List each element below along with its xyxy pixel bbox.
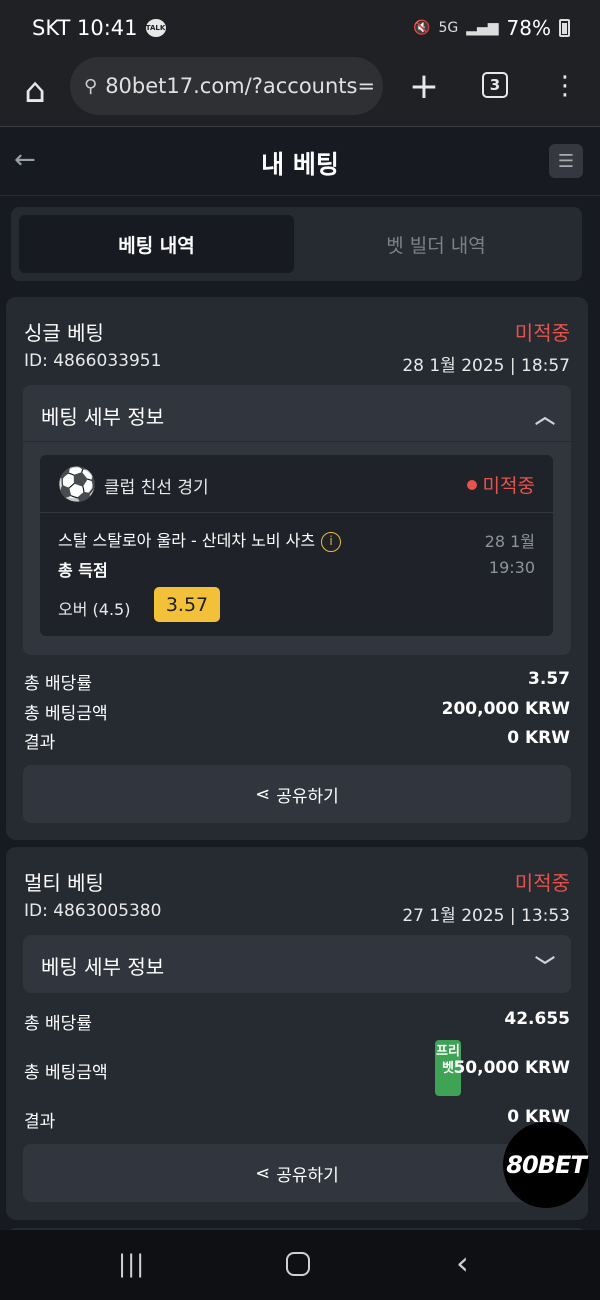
- bet-datetime: 27 1월 2025 | 13:53: [402, 906, 570, 926]
- filter-settings-icon[interactable]: ☰: [549, 144, 583, 178]
- total-stake-label: 총 베팅금액: [24, 704, 108, 724]
- status-bar: SKT 10:41 TALK 🔇 5G ▂▄▆ 78%: [0, 0, 600, 56]
- total-odds-label: 총 배당률: [24, 1014, 92, 1034]
- bet-datetime: 28 1월 2025 | 18:57: [402, 356, 570, 376]
- tab-bet-history[interactable]: 베팅 내역: [19, 215, 294, 273]
- bet-id: ID: 4866033951: [24, 351, 162, 371]
- talk-notification-icon: TALK: [145, 19, 166, 37]
- chevron-down-icon: ﹀: [535, 954, 555, 978]
- info-icon[interactable]: i: [321, 532, 342, 552]
- bet-status: 미적중: [514, 321, 570, 345]
- site-settings-icon[interactable]: ⚲: [84, 76, 97, 97]
- battery-percent: 78%: [506, 16, 551, 40]
- tab-bet-builder-history[interactable]: 벳 빌더 내역: [298, 215, 574, 273]
- battery-icon: [559, 19, 570, 37]
- browser-menu-icon[interactable]: ⋮: [552, 56, 578, 116]
- system-navigation-bar: ||| ‹: [0, 1230, 600, 1300]
- total-stake-value: 200,000 KRW: [441, 699, 570, 719]
- back-icon[interactable]: ‹: [456, 1244, 469, 1282]
- bet-type: 멀티 베팅: [24, 871, 104, 895]
- bet-card-multi: 멀티 베팅 미적중 ID: 4863005380 27 1월 2025 | 13…: [6, 847, 588, 1220]
- tab-switcher-button[interactable]: 3: [482, 72, 508, 98]
- selection-card: ⚽ 클럽 친선 경기 미적중 스탈 스탈로아 울라 - 산데차 노비 사츠 i 2…: [40, 455, 553, 636]
- selection-odds-badge: 3.57: [154, 587, 220, 622]
- status-dot: [466, 480, 477, 490]
- share-icon: ⋖: [255, 1162, 271, 1184]
- market-name: 총 득점: [58, 561, 108, 580]
- bet-details-panel: 베팅 세부 정보 ︿ ⚽ 클럽 친선 경기 미적중 스탈 스탈로아 울라 - 산…: [23, 385, 571, 655]
- total-stake-label: 총 베팅금액: [24, 1063, 108, 1083]
- selection-status: 미적중: [466, 471, 535, 498]
- bet-details-title: 베팅 세부 정보: [41, 955, 165, 979]
- selection-header: ⚽ 클럽 친선 경기 미적중: [40, 455, 553, 513]
- total-odds-value: 3.57: [528, 669, 570, 689]
- page-title: 내 베팅: [261, 150, 339, 179]
- match-date: 28 1월: [484, 532, 535, 551]
- bet-details-panel: 베팅 세부 정보 ﹀: [23, 935, 571, 993]
- history-tabs: 베팅 내역 벳 빌더 내역: [11, 207, 582, 281]
- share-icon: ⋖: [255, 783, 271, 805]
- new-tab-icon[interactable]: +: [404, 56, 444, 116]
- share-label: 공유하기: [276, 1165, 339, 1186]
- bet-id: ID: 4863005380: [24, 901, 162, 921]
- bet-details-toggle[interactable]: 베팅 세부 정보 ﹀: [23, 935, 571, 992]
- result-label: 결과: [24, 733, 56, 753]
- match-name: 스탈 스탈로아 울라 - 산데차 노비 사츠: [58, 531, 316, 550]
- signal-icon: ▂▄▆: [466, 20, 499, 36]
- total-odds-label: 총 배당률: [24, 674, 92, 694]
- bet-details-toggle[interactable]: 베팅 세부 정보 ︿: [23, 385, 571, 442]
- share-button[interactable]: ⋖ 공유하기: [23, 765, 571, 823]
- result-value: 0 KRW: [507, 728, 570, 748]
- selection-status-text: 미적중: [482, 475, 535, 497]
- app-header: ← 내 베팅 ☰: [0, 126, 600, 196]
- share-button[interactable]: ⋖ 공유하기: [23, 1144, 571, 1202]
- bet-status: 미적중: [514, 871, 570, 895]
- mute-icon: 🔇: [413, 20, 431, 36]
- total-stake-value: 50,000 KRW: [453, 1058, 570, 1078]
- total-odds-value: 42.655: [504, 1009, 570, 1029]
- url-text: 80bet17.com/?accounts=: [105, 74, 376, 98]
- match-time: 19:30: [488, 558, 535, 577]
- brand-logo-button[interactable]: 80BET: [503, 1122, 589, 1208]
- result-label: 결과: [24, 1112, 56, 1132]
- share-label: 공유하기: [276, 786, 339, 807]
- bet-details-title: 베팅 세부 정보: [41, 405, 165, 429]
- bet-type: 싱글 베팅: [24, 321, 104, 345]
- browser-home-icon[interactable]: ⌂: [0, 56, 70, 126]
- status-time: SKT 10:41: [32, 16, 138, 40]
- address-bar[interactable]: ⚲ 80bet17.com/?accounts=: [70, 57, 383, 115]
- bet-card-single: 싱글 베팅 미적중 ID: 4866033951 28 1월 2025 | 18…: [6, 297, 588, 840]
- soccer-ball-icon: ⚽: [57, 465, 97, 503]
- match-teams: 스탈 스탈로아 울라 - 산데차 노비 사츠 i: [58, 527, 342, 552]
- selection-pick: 오버 (4.5): [58, 600, 131, 619]
- recent-apps-icon[interactable]: |||: [118, 1250, 145, 1278]
- network-type-icon: 5G: [438, 20, 459, 36]
- browser-toolbar: ⌂ ⚲ 80bet17.com/?accounts= + 3 ⋮: [0, 56, 600, 126]
- league-name: 클럽 친선 경기: [104, 478, 209, 498]
- chevron-up-icon: ︿: [535, 404, 555, 428]
- home-icon[interactable]: [286, 1252, 310, 1276]
